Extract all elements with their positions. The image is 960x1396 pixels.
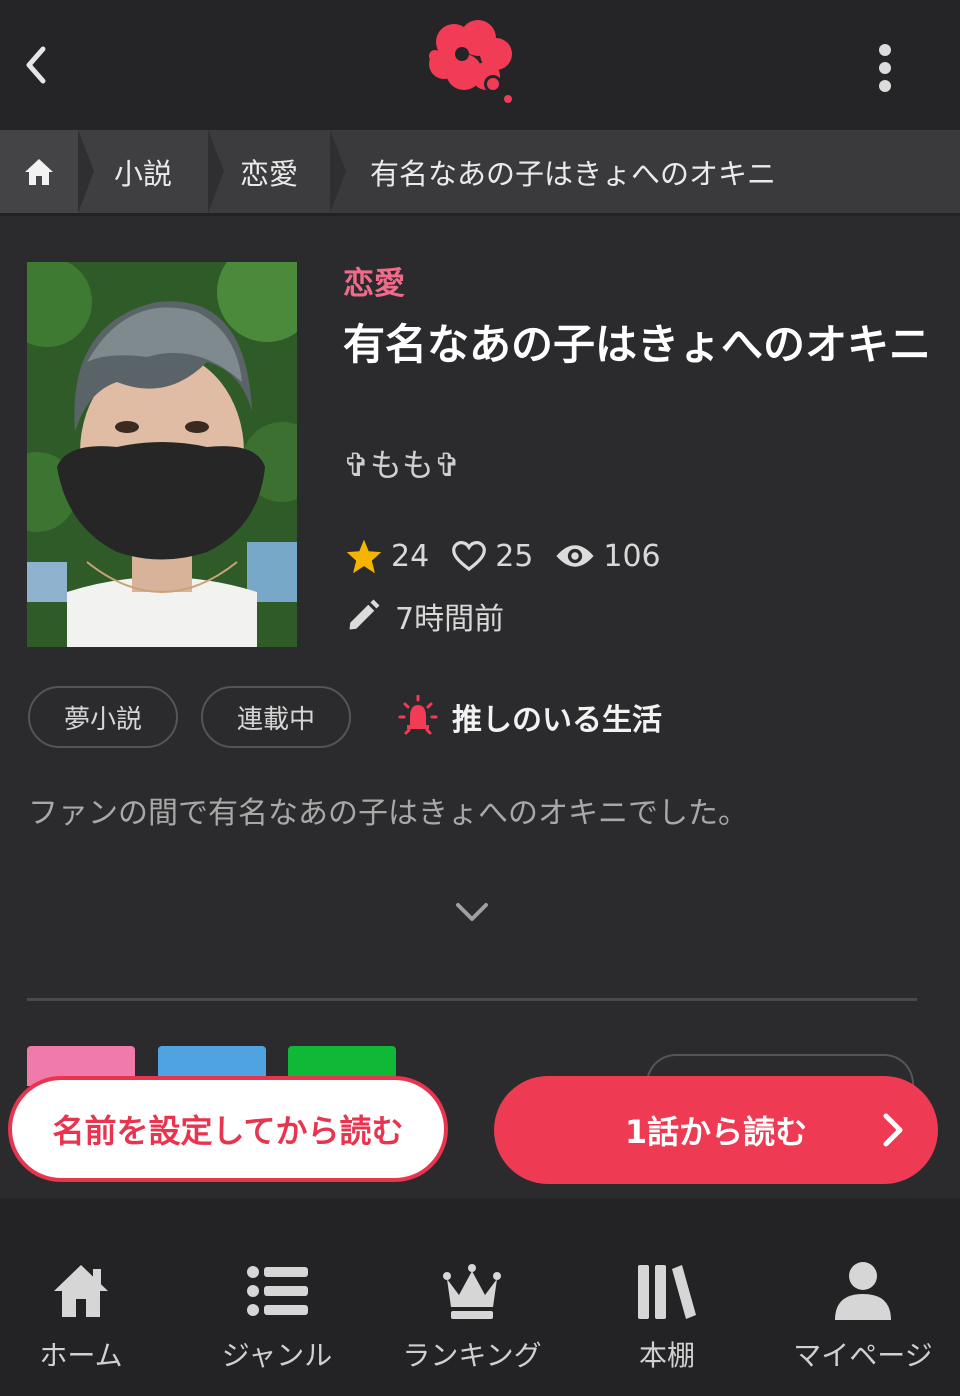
expand-synopsis-button[interactable] [450,892,494,932]
set-name-read-button[interactable]: 名前を設定してから読む [8,1076,448,1182]
breadcrumb-romance-label: 恋愛 [239,156,298,191]
eye-icon [556,545,594,567]
nav-ranking[interactable]: ランキング [390,1198,554,1396]
heart-icon [452,541,487,572]
chevron-right-icon [883,1113,903,1147]
home-icon [25,158,53,185]
cover-photo [27,262,297,647]
crown-icon [443,1264,501,1319]
star-icon [346,539,382,574]
more-options-button[interactable] [860,38,910,98]
breadcrumb-novel[interactable]: 小説 [78,130,208,213]
breadcrumb-separator [330,130,346,213]
tag-serializing[interactable]: 連載中 [201,686,351,748]
nav-bookshelf-label: 本棚 [638,1339,695,1372]
nav-home-label: ホーム [39,1339,123,1372]
breadcrumb-current-label: 有名なあの子はきょへのオキニ [370,156,777,191]
view-count-value: 106 [603,538,661,574]
star-count: 24 [345,538,429,574]
breadcrumb-novel-label: 小説 [113,156,172,191]
author-name[interactable]: ✞もも✞ [343,440,461,486]
nav-genre[interactable]: ジャンル [196,1198,358,1396]
home-icon [54,1265,108,1317]
nav-bookshelf[interactable]: 本棚 [586,1198,748,1396]
pencil-icon [349,599,380,630]
nav-ranking-label: ランキング [402,1339,542,1372]
kebab-menu-icon [879,44,891,92]
nav-genre-label: ジャンル [221,1339,333,1372]
genre-label[interactable]: 恋愛 [343,258,405,303]
chevron-down-icon [456,903,488,921]
tag-dream-novel[interactable]: 夢小説 [28,686,178,748]
breadcrumb: 小説 恋愛 有名なあの子はきょへのオキニ [0,130,960,216]
breadcrumb-separator [78,130,94,213]
app-logo[interactable] [424,20,520,108]
cloud-logo-icon [429,20,512,103]
bottom-nav: ホーム ジャンル ランキング 本棚 マイページ [0,1198,960,1396]
tag-label: 連載中 [236,704,315,735]
read-from-first-button[interactable]: 1話から読む [494,1076,938,1184]
contest-label: 推しのいる生活 [452,703,662,738]
spotlight-icon [398,695,438,735]
updated-time-value: 7時間前 [395,602,505,637]
synopsis-text: ファンの間で有名なあの子はきょへのオキニでした。 [28,796,748,831]
stats-row: 24 25 106 [345,534,683,578]
star-count-value: 24 [391,538,430,574]
bookshelf-icon [638,1265,696,1319]
nav-home[interactable]: ホーム [0,1198,162,1396]
breadcrumb-current: 有名なあの子はきょへのオキニ [330,130,960,213]
like-count: 25 [451,539,533,574]
nav-mypage[interactable]: マイページ [780,1198,946,1396]
contest-link[interactable]: 推しのいる生活 [396,692,662,742]
chevron-left-icon [26,46,46,84]
tag-label: 夢小説 [63,704,142,735]
breadcrumb-romance[interactable]: 恋愛 [208,130,330,213]
nav-mypage-label: マイページ [793,1339,933,1372]
divider [27,998,917,1001]
novel-title: 有名なあの子はきょへのオキニ [343,320,932,369]
top-bar [0,0,960,130]
like-count-value: 25 [495,538,534,574]
view-count: 106 [555,538,661,574]
back-button[interactable] [14,40,58,90]
read-from-first-label: 1話から読む [624,1113,808,1151]
breadcrumb-home[interactable] [0,130,78,213]
breadcrumb-separator [208,130,224,213]
set-name-read-label: 名前を設定してから読む [52,1112,404,1150]
cover-image[interactable] [27,262,297,647]
list-icon [247,1266,308,1316]
user-icon [835,1262,891,1320]
updated-time: 7時間前 [345,594,504,638]
